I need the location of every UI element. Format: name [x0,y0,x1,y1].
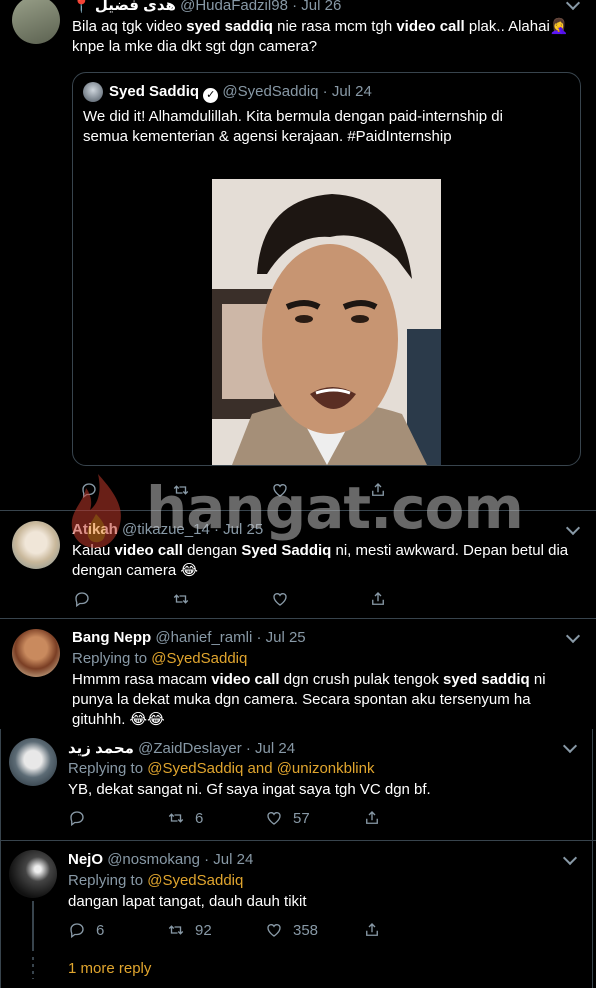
author-name[interactable]: Bang Nepp [72,629,151,646]
tweet-text: YB, dekat sangat ni. Gf saya ingat saya … [68,781,431,798]
author-name[interactable]: NejO [68,851,103,868]
tweet-nejo[interactable]: NejO @nosmokang · Jul 24 Replying to @Sy… [0,841,593,988]
tweet-date[interactable]: · Jul 26 [292,0,341,14]
reply-button[interactable] [73,590,91,608]
replying-to-label: Replying to [68,760,144,777]
retweet-button[interactable]: 92 [167,921,212,939]
thread-dots [32,957,34,979]
chevron-down-icon[interactable] [565,0,581,11]
retweet-icon [172,481,190,499]
like-button[interactable] [271,590,289,608]
tweet-text: Kalau video call dengan Syed Saddiq ni, … [72,542,569,579]
share-icon [369,481,387,499]
share-icon [363,809,381,827]
quoted-text: We did it! Alhamdulillah. Kita bermula d… [83,108,503,145]
more-replies-link[interactable]: 1 more reply [68,960,151,977]
retweet-icon [172,590,190,608]
retweet-button[interactable] [172,481,190,499]
retweet-icon [167,921,185,939]
reply-to-link[interactable]: @SyedSaddiq [151,650,247,667]
tweet-date[interactable]: · Jul 25 [256,629,305,646]
author-name[interactable]: هدى فضيل [95,0,176,14]
tweet-date[interactable]: · Jul 24 [204,851,253,868]
avatar[interactable] [83,82,103,102]
reply-icon [68,809,86,827]
retweet-count: 92 [195,921,212,939]
share-button[interactable] [363,921,381,939]
retweet-count: 6 [195,809,204,827]
reply-icon [73,590,91,608]
author-handle[interactable]: @hanief_ramli [155,629,252,646]
retweet-button[interactable]: 6 [167,809,203,827]
tweet-text: Hmmm rasa macam video call dgn crush pul… [72,671,546,728]
avatar[interactable] [12,521,60,569]
author-name[interactable]: Atikah [72,521,118,538]
tweet-bang-nepp[interactable]: Bang Nepp @hanief_ramli · Jul 25 Replyin… [0,619,594,729]
tweet-date[interactable]: · Jul 24 [246,740,295,757]
like-button[interactable]: 57 [265,809,310,827]
retweet-button[interactable] [172,590,190,608]
like-count: 57 [293,809,310,827]
author-handle[interactable]: @HudaFadzil98 [180,0,288,14]
like-icon [271,481,289,499]
reply-button[interactable] [80,481,98,499]
like-icon [265,809,283,827]
reply-button[interactable] [68,809,86,827]
replying-to-label: Replying to [68,872,144,889]
like-button[interactable] [271,481,289,499]
author-handle[interactable]: @SyedSaddiq [222,83,318,100]
chevron-down-icon[interactable] [565,628,581,644]
video-thumbnail[interactable] [212,179,441,465]
author-handle[interactable]: @ZaidDeslayer [138,740,242,757]
avatar[interactable] [12,0,60,44]
tweet-date[interactable]: · Jul 25 [214,521,263,538]
tweet-atikah[interactable]: Atikah @tikazue_14 · Jul 25 Kalau video … [0,511,594,618]
chevron-down-icon[interactable] [562,738,578,754]
reply-to-link[interactable]: @SyedSaddiq [147,872,243,889]
author-handle[interactable]: @nosmokang [107,851,200,868]
tweet-zaid[interactable]: محمد زيد @ZaidDeslayer · Jul 24 Replying… [0,729,593,840]
chevron-down-icon[interactable] [565,520,581,536]
reply-icon [80,481,98,499]
like-icon [265,921,283,939]
avatar[interactable] [9,850,57,898]
share-button[interactable] [369,481,387,499]
quoted-tweet[interactable]: Syed Saddiq ✓ @SyedSaddiq · Jul 24 We di… [72,72,581,466]
avatar[interactable] [9,738,57,786]
location-pin-icon: 📍 [72,0,91,14]
like-icon [271,590,289,608]
share-icon [363,921,381,939]
replying-to-label: Replying to [72,650,148,667]
avatar[interactable] [12,629,60,677]
chevron-down-icon[interactable] [562,850,578,866]
like-button[interactable]: 358 [265,921,318,939]
author-name[interactable]: Syed Saddiq [109,83,199,100]
share-button[interactable] [369,590,387,608]
tweet-text: Bila aq tgk video syed saddiq nie rasa m… [72,18,569,55]
author-name[interactable]: محمد زيد [68,740,134,757]
reply-count: 6 [96,921,105,939]
reply-to-link[interactable]: @SyedSaddiq and @unizonkblink [147,760,374,777]
tweet-huda[interactable]: 📍 هدى فضيل @HudaFadzil98 · Jul 26 Bila a… [0,0,594,510]
thread-line [32,901,34,951]
like-count: 358 [293,921,319,939]
reply-button[interactable]: 6 [68,921,104,939]
retweet-icon [167,809,185,827]
verified-badge-icon: ✓ [203,88,219,103]
share-icon [369,590,387,608]
author-handle[interactable]: @tikazue_14 [122,521,210,538]
reply-icon [68,921,86,939]
tweet-text: dangan lapat tangat, dauh dauh tikit [68,893,307,910]
tweet-date[interactable]: · Jul 24 [323,83,372,100]
share-button[interactable] [363,809,381,827]
